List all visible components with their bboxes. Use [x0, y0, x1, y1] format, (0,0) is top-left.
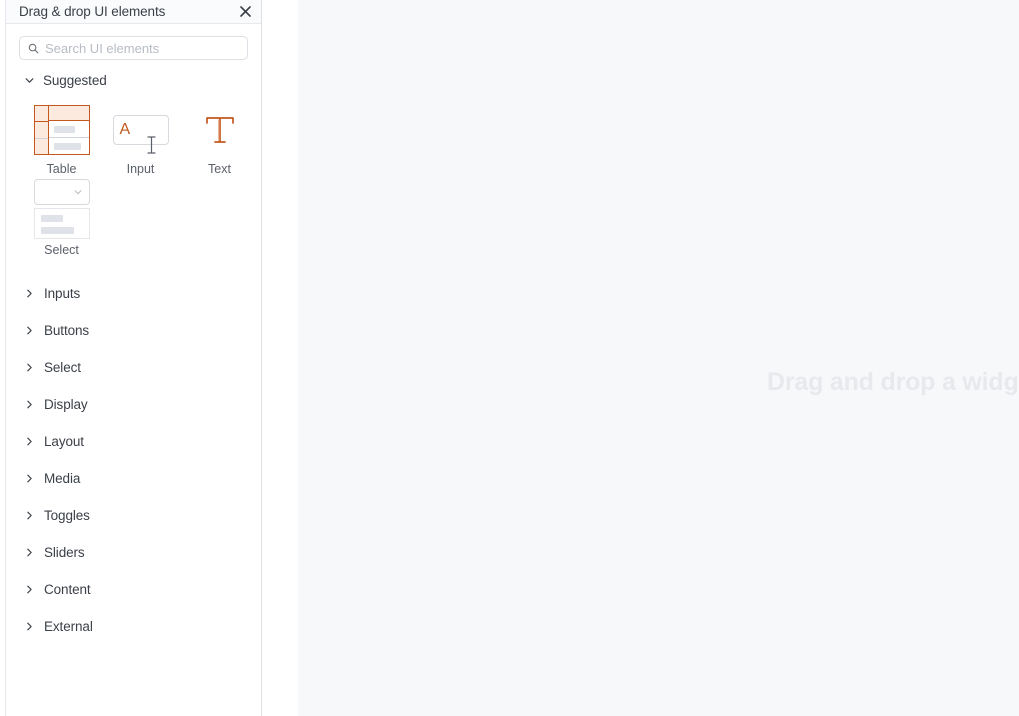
app-root: Drag and drop a widget here Drag & drop …: [0, 0, 1019, 716]
widget-item-input[interactable]: A Input: [101, 99, 180, 176]
category-buttons[interactable]: Buttons: [6, 312, 261, 349]
chevron-down-icon: [73, 187, 83, 197]
table-widget-icon: [33, 99, 90, 161]
chevron-right-icon: [24, 510, 35, 521]
category-layout[interactable]: Layout: [6, 423, 261, 460]
chevron-down-icon: [24, 75, 35, 86]
canvas-empty-placeholder: Drag and drop a widget here: [767, 368, 1019, 396]
category-content[interactable]: Content: [6, 571, 261, 608]
suggested-widget-grid: Table A Input Text Select: [6, 99, 261, 257]
chevron-right-icon: [24, 288, 35, 299]
chevron-right-icon: [24, 547, 35, 558]
category-external[interactable]: External: [6, 608, 261, 645]
category-label-buttons: Buttons: [44, 323, 90, 338]
category-label-media: Media: [44, 471, 81, 486]
panel-title: Drag & drop UI elements: [19, 4, 166, 19]
category-label-select: Select: [44, 360, 81, 375]
text-widget-icon: [203, 99, 237, 161]
section-suggested-header[interactable]: Suggested: [6, 69, 261, 91]
category-label-toggles: Toggles: [44, 508, 90, 523]
chevron-right-icon: [24, 399, 35, 410]
chevron-right-icon: [24, 621, 35, 632]
category-label-display: Display: [44, 397, 88, 412]
widget-label-text: Text: [208, 162, 231, 176]
category-display[interactable]: Display: [6, 386, 261, 423]
widget-canvas[interactable]: Drag and drop a widget here: [298, 0, 1019, 716]
widget-label-input: Input: [126, 162, 155, 176]
panel-header: Drag & drop UI elements: [6, 0, 261, 24]
search-box[interactable]: [19, 36, 248, 60]
category-label-external: External: [44, 619, 93, 634]
search-container: [6, 24, 261, 60]
chevron-right-icon: [24, 436, 35, 447]
widget-label-table: Table: [46, 162, 77, 176]
category-toggles[interactable]: Toggles: [6, 497, 261, 534]
category-label-content: Content: [44, 582, 91, 597]
category-label-inputs: Inputs: [44, 286, 81, 301]
select-widget-icon: [33, 176, 90, 242]
category-sliders[interactable]: Sliders: [6, 534, 261, 571]
category-label-sliders: Sliders: [44, 545, 85, 560]
section-suggested-label: Suggested: [43, 72, 107, 88]
category-inputs[interactable]: Inputs: [6, 275, 261, 312]
category-list: Inputs Buttons Select Display Layout Med…: [6, 275, 261, 645]
ui-elements-panel: Drag & drop UI elements Search UI elemen…: [5, 0, 262, 716]
chevron-right-icon: [24, 362, 35, 373]
category-label-layout: Layout: [44, 434, 84, 449]
close-icon[interactable]: [237, 4, 253, 20]
chevron-right-icon: [24, 473, 35, 484]
widget-item-select[interactable]: Select: [22, 176, 101, 257]
widget-item-text[interactable]: Text: [180, 99, 259, 176]
widget-item-table[interactable]: Table: [22, 99, 101, 176]
category-select[interactable]: Select: [6, 349, 261, 386]
chevron-right-icon: [24, 584, 35, 595]
chevron-right-icon: [24, 325, 35, 336]
widget-label-select: Select: [44, 243, 79, 257]
search-icon: [28, 43, 39, 54]
input-widget-icon: A: [112, 99, 169, 161]
category-media[interactable]: Media: [6, 460, 261, 497]
search-input[interactable]: [45, 40, 240, 56]
